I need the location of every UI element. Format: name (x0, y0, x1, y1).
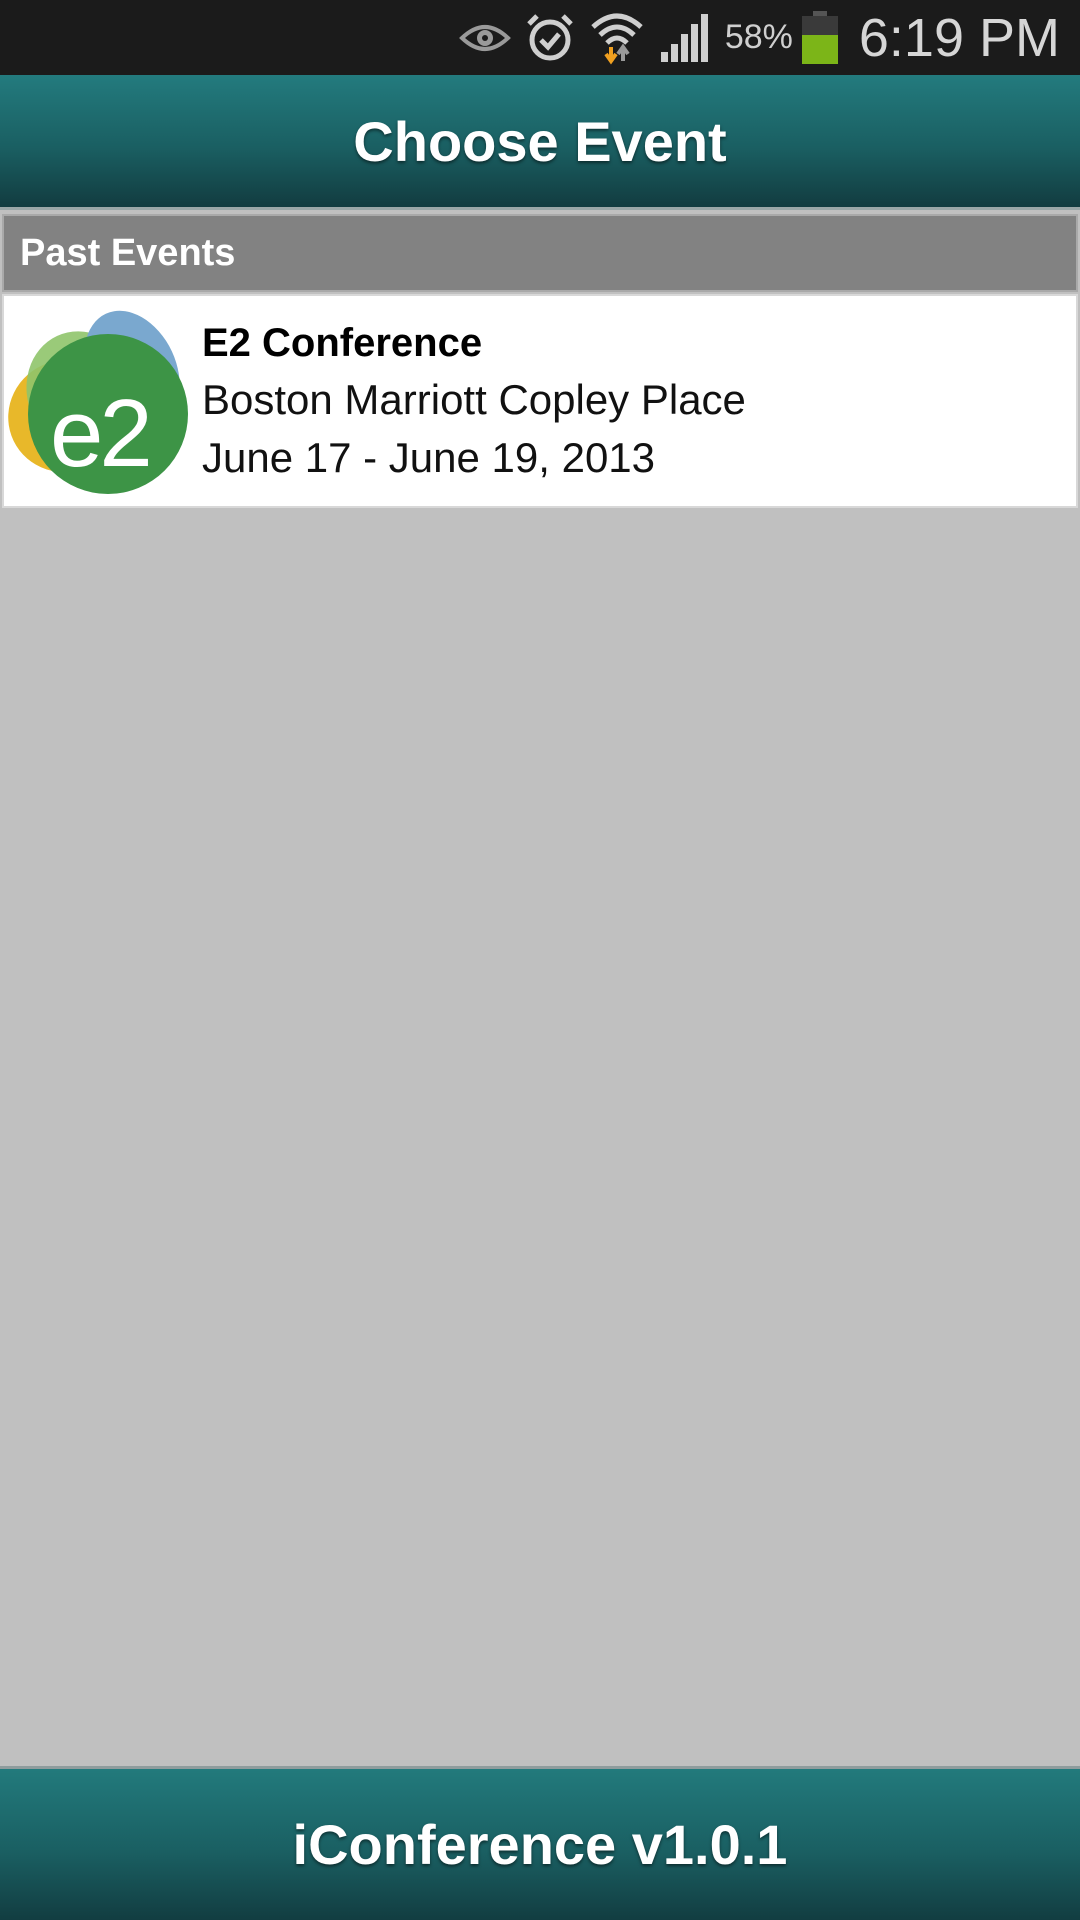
status-bar: 58% 6:19 PM (0, 0, 1080, 75)
wifi-icon (589, 11, 645, 65)
section-title: Past Events (20, 231, 236, 274)
event-item-e2-conference[interactable]: e2 E2 Conference Boston Marriott Copley … (2, 294, 1078, 508)
page-title: Choose Event (353, 109, 727, 173)
battery-percent: 58% (724, 18, 793, 56)
app-version: iConference v1.0.1 (292, 1813, 788, 1876)
event-list: Past Events e2 E2 Conference Boston Marr… (0, 212, 1080, 508)
app-header: Choose Event (0, 75, 1080, 210)
event-details: E2 Conference Boston Marriott Copley Pla… (202, 321, 746, 482)
app-footer: iConference v1.0.1 (0, 1766, 1080, 1920)
event-dates: June 17 - June 19, 2013 (202, 433, 656, 481)
signal-icon (659, 12, 711, 64)
section-header-past-events: Past Events (2, 214, 1078, 292)
e2-logo: e2 (4, 308, 190, 494)
clock: 6:19 PM (858, 7, 1060, 68)
eye-icon (458, 18, 511, 58)
event-venue: Boston Marriott Copley Place (202, 375, 746, 423)
battery-icon (801, 10, 839, 65)
event-name: E2 Conference (202, 320, 483, 365)
alarm-icon (525, 12, 575, 64)
svg-text:e2: e2 (50, 380, 149, 487)
